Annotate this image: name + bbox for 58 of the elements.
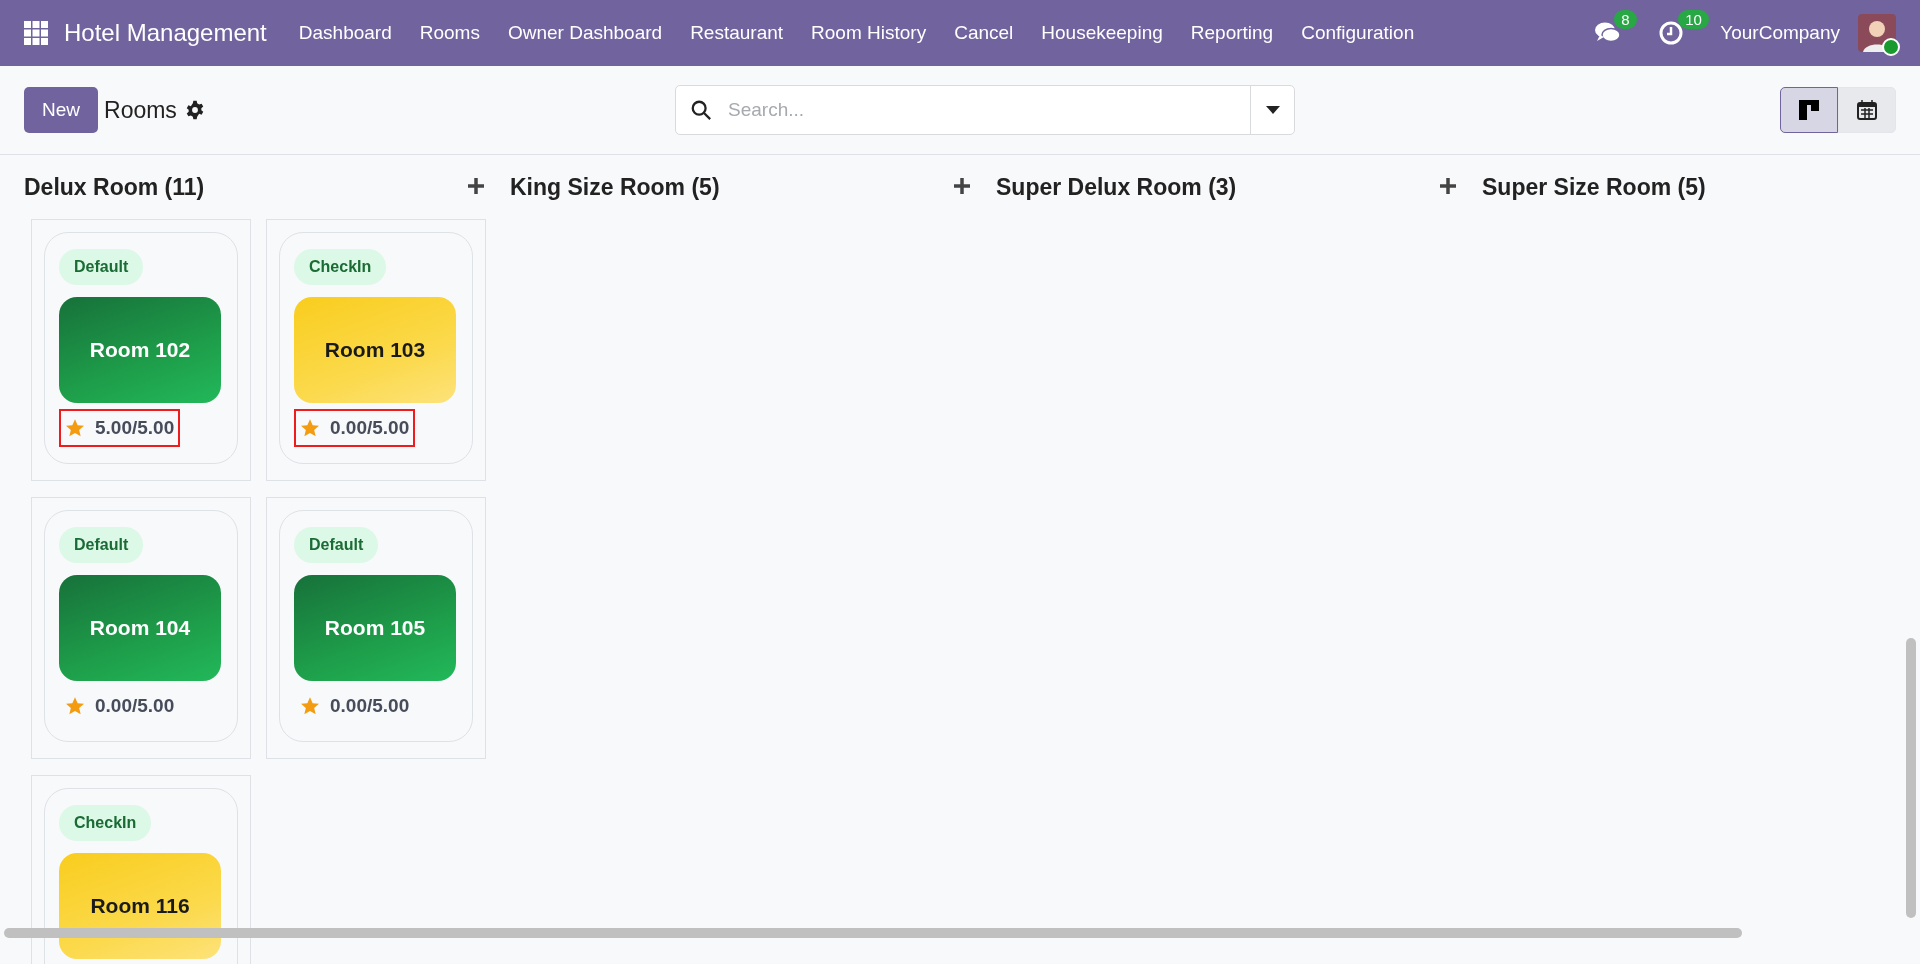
add-icon[interactable]	[466, 177, 486, 197]
room-tile: Room 105	[294, 575, 456, 681]
rating-value: 0.00/5.00	[330, 695, 410, 717]
room-card[interactable]: CheckIn Room 116	[31, 775, 251, 964]
rating-value: 0.00/5.00	[95, 695, 175, 717]
column-title: Super Delux Room (3)	[996, 173, 1237, 201]
search-input[interactable]: Search...	[726, 98, 1250, 122]
menu-item[interactable]: Dashboard	[284, 14, 406, 52]
settings-icon[interactable]	[184, 100, 205, 120]
room-tile: Room 103	[294, 297, 456, 403]
horizontal-scrollbar[interactable]	[4, 928, 1742, 938]
rating-value: 5.00/5.00	[95, 417, 175, 439]
company-name[interactable]: YourCompany	[1720, 22, 1840, 44]
star-icon	[300, 696, 320, 716]
add-icon[interactable]	[952, 177, 972, 197]
clock-icon[interactable]	[1658, 20, 1685, 46]
add-icon[interactable]	[1438, 177, 1458, 197]
search-field[interactable]: Search...	[675, 85, 1295, 135]
kanban-icon	[1799, 100, 1819, 120]
menu-item[interactable]: Owner Dashboard	[493, 14, 677, 52]
room-card[interactable]: Default Room 104 0.00/5.00	[31, 497, 251, 759]
column-title: Super Size Room (5)	[1482, 173, 1706, 201]
calendar-view-button[interactable]	[1838, 87, 1896, 133]
star-icon	[300, 418, 320, 438]
app-title[interactable]: Hotel Management	[64, 19, 267, 47]
room-card[interactable]: CheckIn Room 103 0.00/5.00	[266, 219, 486, 481]
menu-item[interactable]: Configuration	[1287, 14, 1429, 52]
room-tile: Room 102	[59, 297, 221, 403]
rating-value: 0.00/5.00	[330, 417, 410, 439]
room-card[interactable]: Default Room 105 0.00/5.00	[266, 497, 486, 759]
new-button[interactable]: New	[24, 87, 98, 133]
status-tag: Default	[59, 527, 144, 563]
calendar-icon	[1857, 100, 1877, 120]
vertical-scrollbar[interactable]	[1906, 638, 1916, 918]
search-icon	[690, 99, 712, 121]
status-tag: CheckIn	[59, 805, 152, 841]
menu-item[interactable]: Room History	[797, 14, 941, 52]
menu-item[interactable]: Rooms	[405, 14, 494, 52]
menu-item[interactable]: Restaurant	[676, 14, 798, 52]
message-count: 8	[1614, 10, 1637, 29]
breadcrumb: Rooms	[104, 96, 177, 124]
activity-count: 10	[1678, 10, 1709, 29]
apps-menu-icon[interactable]	[24, 21, 48, 45]
room-tile: Room 116	[59, 853, 221, 959]
status-tag: Default	[294, 527, 379, 563]
star-icon	[65, 418, 85, 438]
room-card[interactable]: Default Room 102 5.00/5.00	[31, 219, 251, 481]
menu-item[interactable]: Cancel	[940, 14, 1028, 52]
star-icon	[65, 696, 85, 716]
menu-item[interactable]: Reporting	[1176, 14, 1288, 52]
status-tag: CheckIn	[294, 249, 387, 285]
status-tag: Default	[59, 249, 144, 285]
caret-icon	[1265, 106, 1280, 114]
column-title: Delux Room (11)	[24, 173, 205, 201]
column-title: King Size Room (5)	[510, 173, 720, 201]
menu-item[interactable]: Housekeeping	[1027, 14, 1177, 52]
kanban-view-button[interactable]	[1780, 87, 1838, 133]
room-tile: Room 104	[59, 575, 221, 681]
